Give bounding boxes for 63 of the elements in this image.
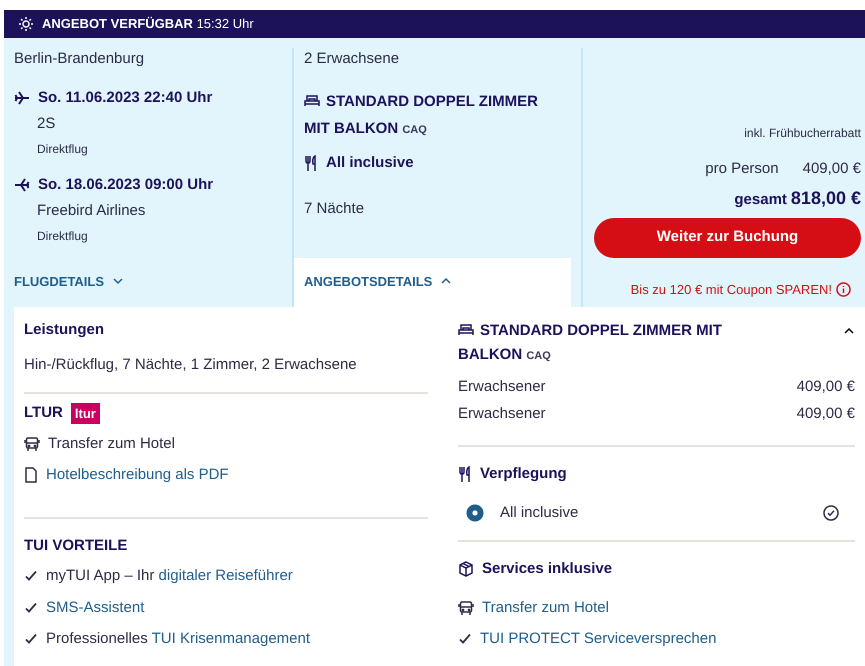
chevron-icon bbox=[112, 277, 124, 286]
cutlery-icon bbox=[458, 466, 472, 482]
flight-type: Direktflug bbox=[36, 228, 89, 244]
price-label: pro Person bbox=[705, 159, 779, 179]
price-line-label: Erwachsener bbox=[458, 404, 546, 424]
flight-carrier: Freebird Airlines bbox=[36, 201, 146, 221]
bus-icon bbox=[24, 436, 40, 452]
bus-icon bbox=[458, 600, 474, 616]
travellers-count: 2 Erwachsene bbox=[304, 49, 400, 69]
chevron-icon bbox=[440, 277, 452, 286]
bed-icon bbox=[304, 92, 320, 106]
benefit-item: Professionelles TUI Krisenmanagement bbox=[46, 629, 310, 649]
board-type: All inclusive bbox=[326, 152, 414, 172]
price-line-value: 409,00 € bbox=[796, 404, 855, 424]
room-name: STANDARD DOPPEL ZIMMER MIT BALKON CAQ bbox=[458, 321, 723, 365]
price-value: 409,00 € bbox=[802, 159, 861, 179]
pdf-link[interactable]: Hotelbeschreibung als PDF bbox=[46, 464, 229, 486]
sun-icon bbox=[18, 16, 34, 32]
flight-type: Direktflug bbox=[36, 140, 89, 158]
benefit-link[interactable]: SMS-Assistent bbox=[46, 596, 144, 619]
price-line-value: 409,00 € bbox=[796, 377, 855, 397]
airplane-icon bbox=[14, 90, 30, 106]
document-icon bbox=[24, 467, 38, 484]
benefit-item: myTUI App – Ihr digitaler Reiseführer bbox=[46, 566, 293, 586]
book-button[interactable]: Weiter zur Buchung bbox=[594, 218, 861, 258]
cutlery-icon bbox=[304, 154, 318, 171]
price-line-label: Erwachsener bbox=[458, 377, 546, 397]
flight-carrier: 2S bbox=[36, 114, 56, 134]
info-icon bbox=[836, 282, 851, 297]
section-title: TUI VORTEILE bbox=[24, 536, 128, 556]
section-title: Services inklusive bbox=[482, 559, 612, 579]
flight-date: So. 11.06.2023 22:40 Uhr bbox=[38, 88, 212, 108]
total-label: gesamt bbox=[734, 190, 787, 210]
benefit-link[interactable]: TUI Krisenmanagement bbox=[152, 630, 310, 647]
service-item: Transfer zum Hotel bbox=[48, 434, 175, 454]
service-link[interactable]: TUI PROTECT Serviceversprechen bbox=[480, 628, 716, 650]
radio-button[interactable] bbox=[466, 504, 484, 522]
check-circle-icon bbox=[823, 504, 839, 521]
benefit-link[interactable]: digitaler Reiseführer bbox=[158, 567, 293, 584]
checkmark-icon bbox=[458, 632, 472, 646]
bed-icon bbox=[458, 322, 474, 336]
flight-date: So. 18.06.2023 09:00 Uhr bbox=[38, 174, 214, 194]
section-title: Verpflegung bbox=[480, 464, 567, 484]
airplane-icon bbox=[14, 176, 30, 193]
service-link[interactable]: Transfer zum Hotel bbox=[482, 596, 609, 619]
offer-status: ANGEBOT VERFÜGBAR 15:32 Uhr bbox=[42, 15, 254, 34]
section-title: LTUR bbox=[24, 403, 63, 423]
meal-option: All inclusive bbox=[500, 502, 578, 524]
checkmark-icon bbox=[24, 569, 38, 584]
nights-count: 7 Nächte bbox=[304, 199, 366, 219]
package-icon bbox=[458, 561, 474, 578]
discount-note: inkl. Frühbucherrabatt bbox=[744, 125, 861, 142]
coupon-note: Bis zu 120 € mit Coupon SPAREN! bbox=[630, 280, 832, 299]
operator-logo: ltur bbox=[70, 402, 100, 424]
services-summary: Hin-/Rückflug, 7 Nächte, 1 Zimmer, 2 Erwachsene bbox=[24, 354, 358, 374]
checkmark-icon bbox=[24, 600, 38, 615]
total-price: 818,00 € bbox=[790, 186, 861, 210]
section-title: Leistungen bbox=[24, 320, 106, 340]
collapse-button[interactable] bbox=[843, 327, 855, 335]
toggle-tab[interactable]: FLUGDETAILS bbox=[14, 272, 124, 291]
checkmark-icon bbox=[24, 632, 38, 646]
departure-airport: Berlin-Brandenburg bbox=[14, 49, 146, 69]
room-name: STANDARD DOPPEL ZIMMER MIT BALKON CAQ bbox=[304, 92, 539, 138]
